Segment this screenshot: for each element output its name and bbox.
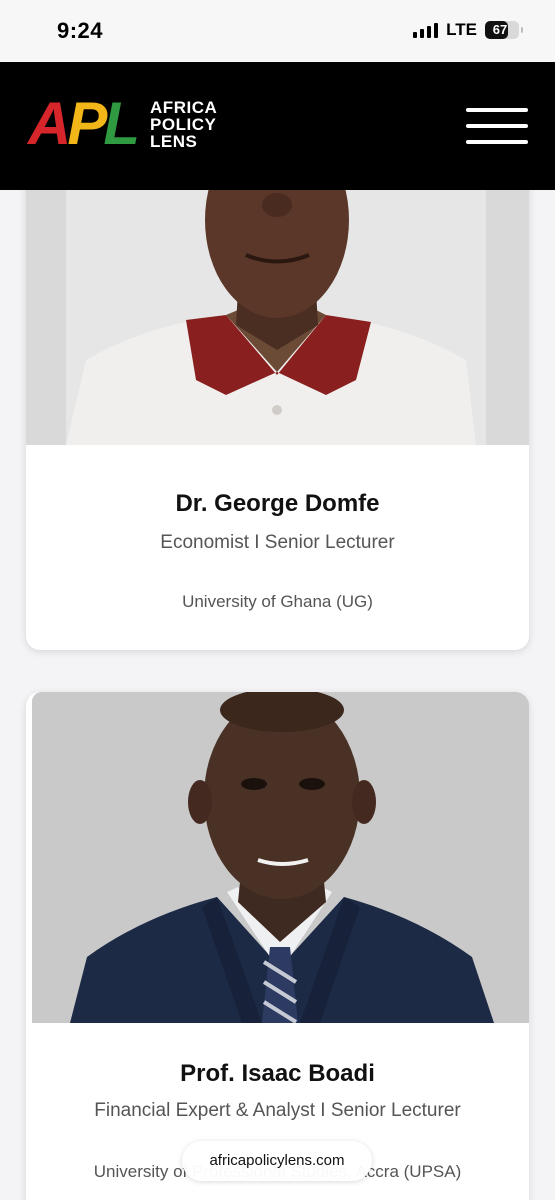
site-logo[interactable]: A P L AFRICA POLICY LENS (28, 90, 217, 157)
battery-percent: 67 (492, 22, 508, 37)
hamburger-icon[interactable] (466, 108, 528, 144)
site-header: A P L AFRICA POLICY LENS (0, 62, 555, 190)
profile-name: Dr. George Domfe (175, 490, 380, 517)
status-indicators: LTE 67 (413, 20, 523, 40)
profile-role: Financial Expert & Analyst I Senior Lect… (94, 1100, 461, 1121)
profile-photo (32, 692, 529, 1023)
profile-card[interactable]: Prof. Isaac Boadi Financial Expert & Ana… (26, 692, 529, 1200)
profile-organization: University of Ghana (UG) (182, 592, 373, 611)
logo-word-policy: POLICY (150, 114, 217, 134)
profile-card[interactable]: Dr. George Domfe Economist I Senior Lect… (26, 110, 529, 650)
network-label: LTE (446, 20, 477, 39)
status-bar: 9:24 LTE 67 (0, 0, 555, 62)
portrait-image (32, 692, 529, 1023)
profile-role: Economist I Senior Lecturer (160, 532, 395, 553)
url-bar[interactable]: africapolicylens.com (182, 1141, 372, 1181)
logo-letter-l: L (103, 90, 140, 157)
logo-mark: A P L (28, 90, 140, 157)
status-time: 9:24 (57, 18, 104, 43)
logo-letter-p: P (67, 90, 107, 157)
signal-icon (413, 22, 439, 38)
logo-word-africa: AFRICA (150, 97, 218, 117)
profile-name: Prof. Isaac Boadi (180, 1060, 375, 1087)
logo-wordmark: AFRICA POLICY LENS (150, 99, 217, 150)
logo-word-lens: LENS (150, 131, 198, 151)
battery-icon: 67 (485, 21, 523, 39)
logo-letter-a: A (28, 90, 71, 157)
